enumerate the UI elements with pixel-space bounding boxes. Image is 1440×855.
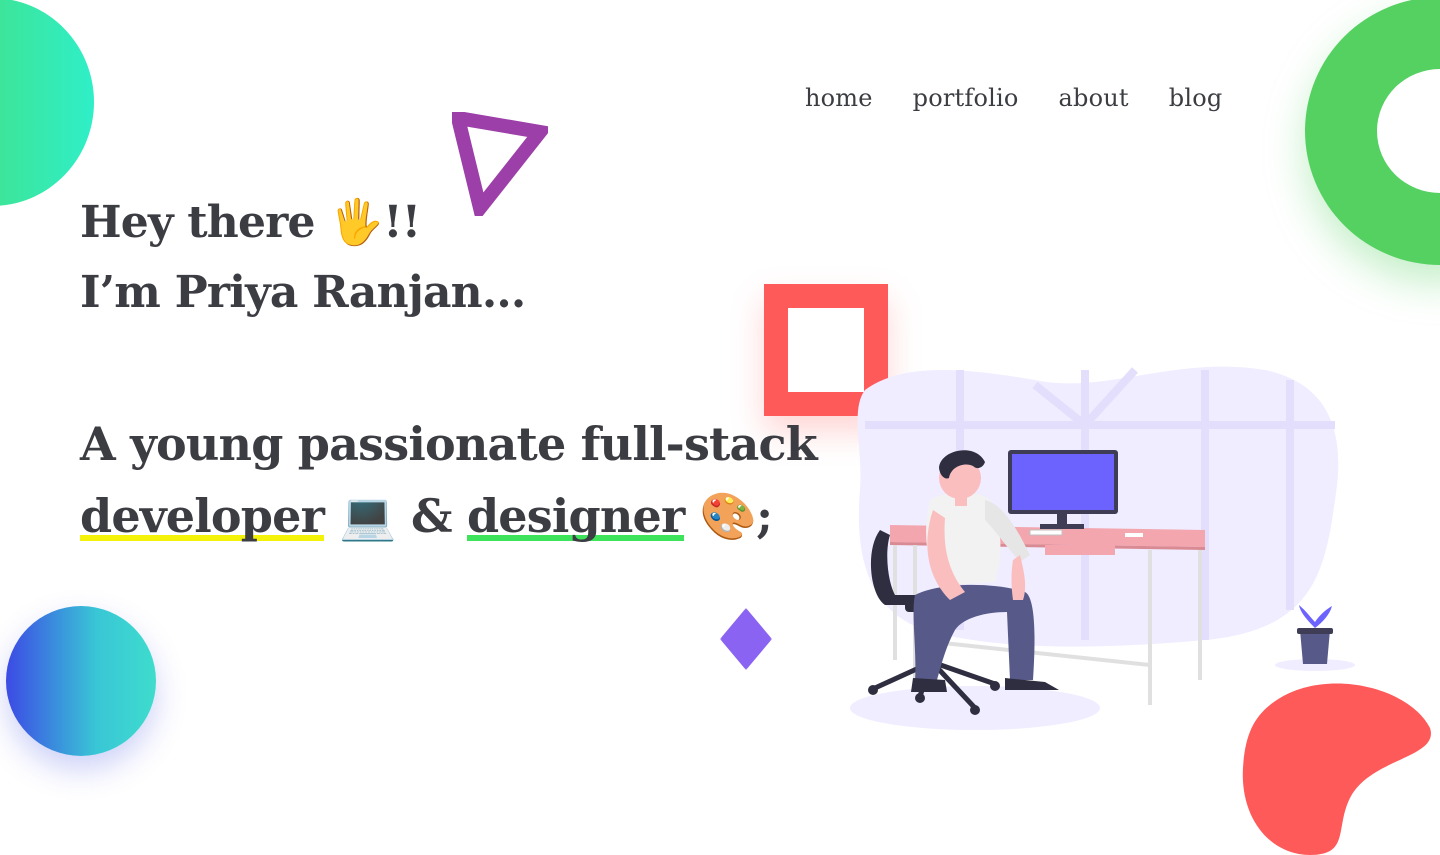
green-blob-decoration [0,0,94,206]
intro-line: I’m Priya Ranjan... [80,267,526,318]
developer-desk-illustration [850,366,1355,730]
greeting-text: Hey there [80,197,330,248]
roles-line: developer 💻 & designer 🎨; [80,480,817,552]
main-nav: home portfolio about blog [805,84,1222,112]
greeting-suffix: !! [383,197,421,248]
hero-text: Hey there 🖐!! I’m Priya Ranjan... A youn… [80,188,818,552]
palette-icon: 🎨 [699,489,757,543]
nav-link-home[interactable]: home [805,84,873,112]
ampersand-text: & [395,489,467,543]
nav-link-portfolio[interactable]: portfolio [913,84,1019,112]
laptop-icon: 💻 [339,489,396,543]
tagline-line: A young passionate full-stack [80,417,818,471]
waving-hand-icon: 🖐 [329,197,384,248]
green-ring-decoration [1305,0,1440,265]
role-developer: developer [80,489,325,543]
potted-plant-icon [1297,605,1333,664]
nav-link-blog[interactable]: blog [1169,84,1223,112]
hero-page: home portfolio about blog Hey there 🖐!! … [0,0,1440,855]
role-designer: designer [466,489,685,543]
greeting-line: Hey there 🖐!! [80,188,817,258]
paper-on-desk [1125,533,1143,537]
phone-on-desk [1029,529,1063,536]
nav-link-about[interactable]: about [1059,84,1129,112]
end-punctuation: ; [756,489,773,543]
purple-diamond-decoration [720,608,772,670]
blue-circle-decoration [6,606,156,756]
